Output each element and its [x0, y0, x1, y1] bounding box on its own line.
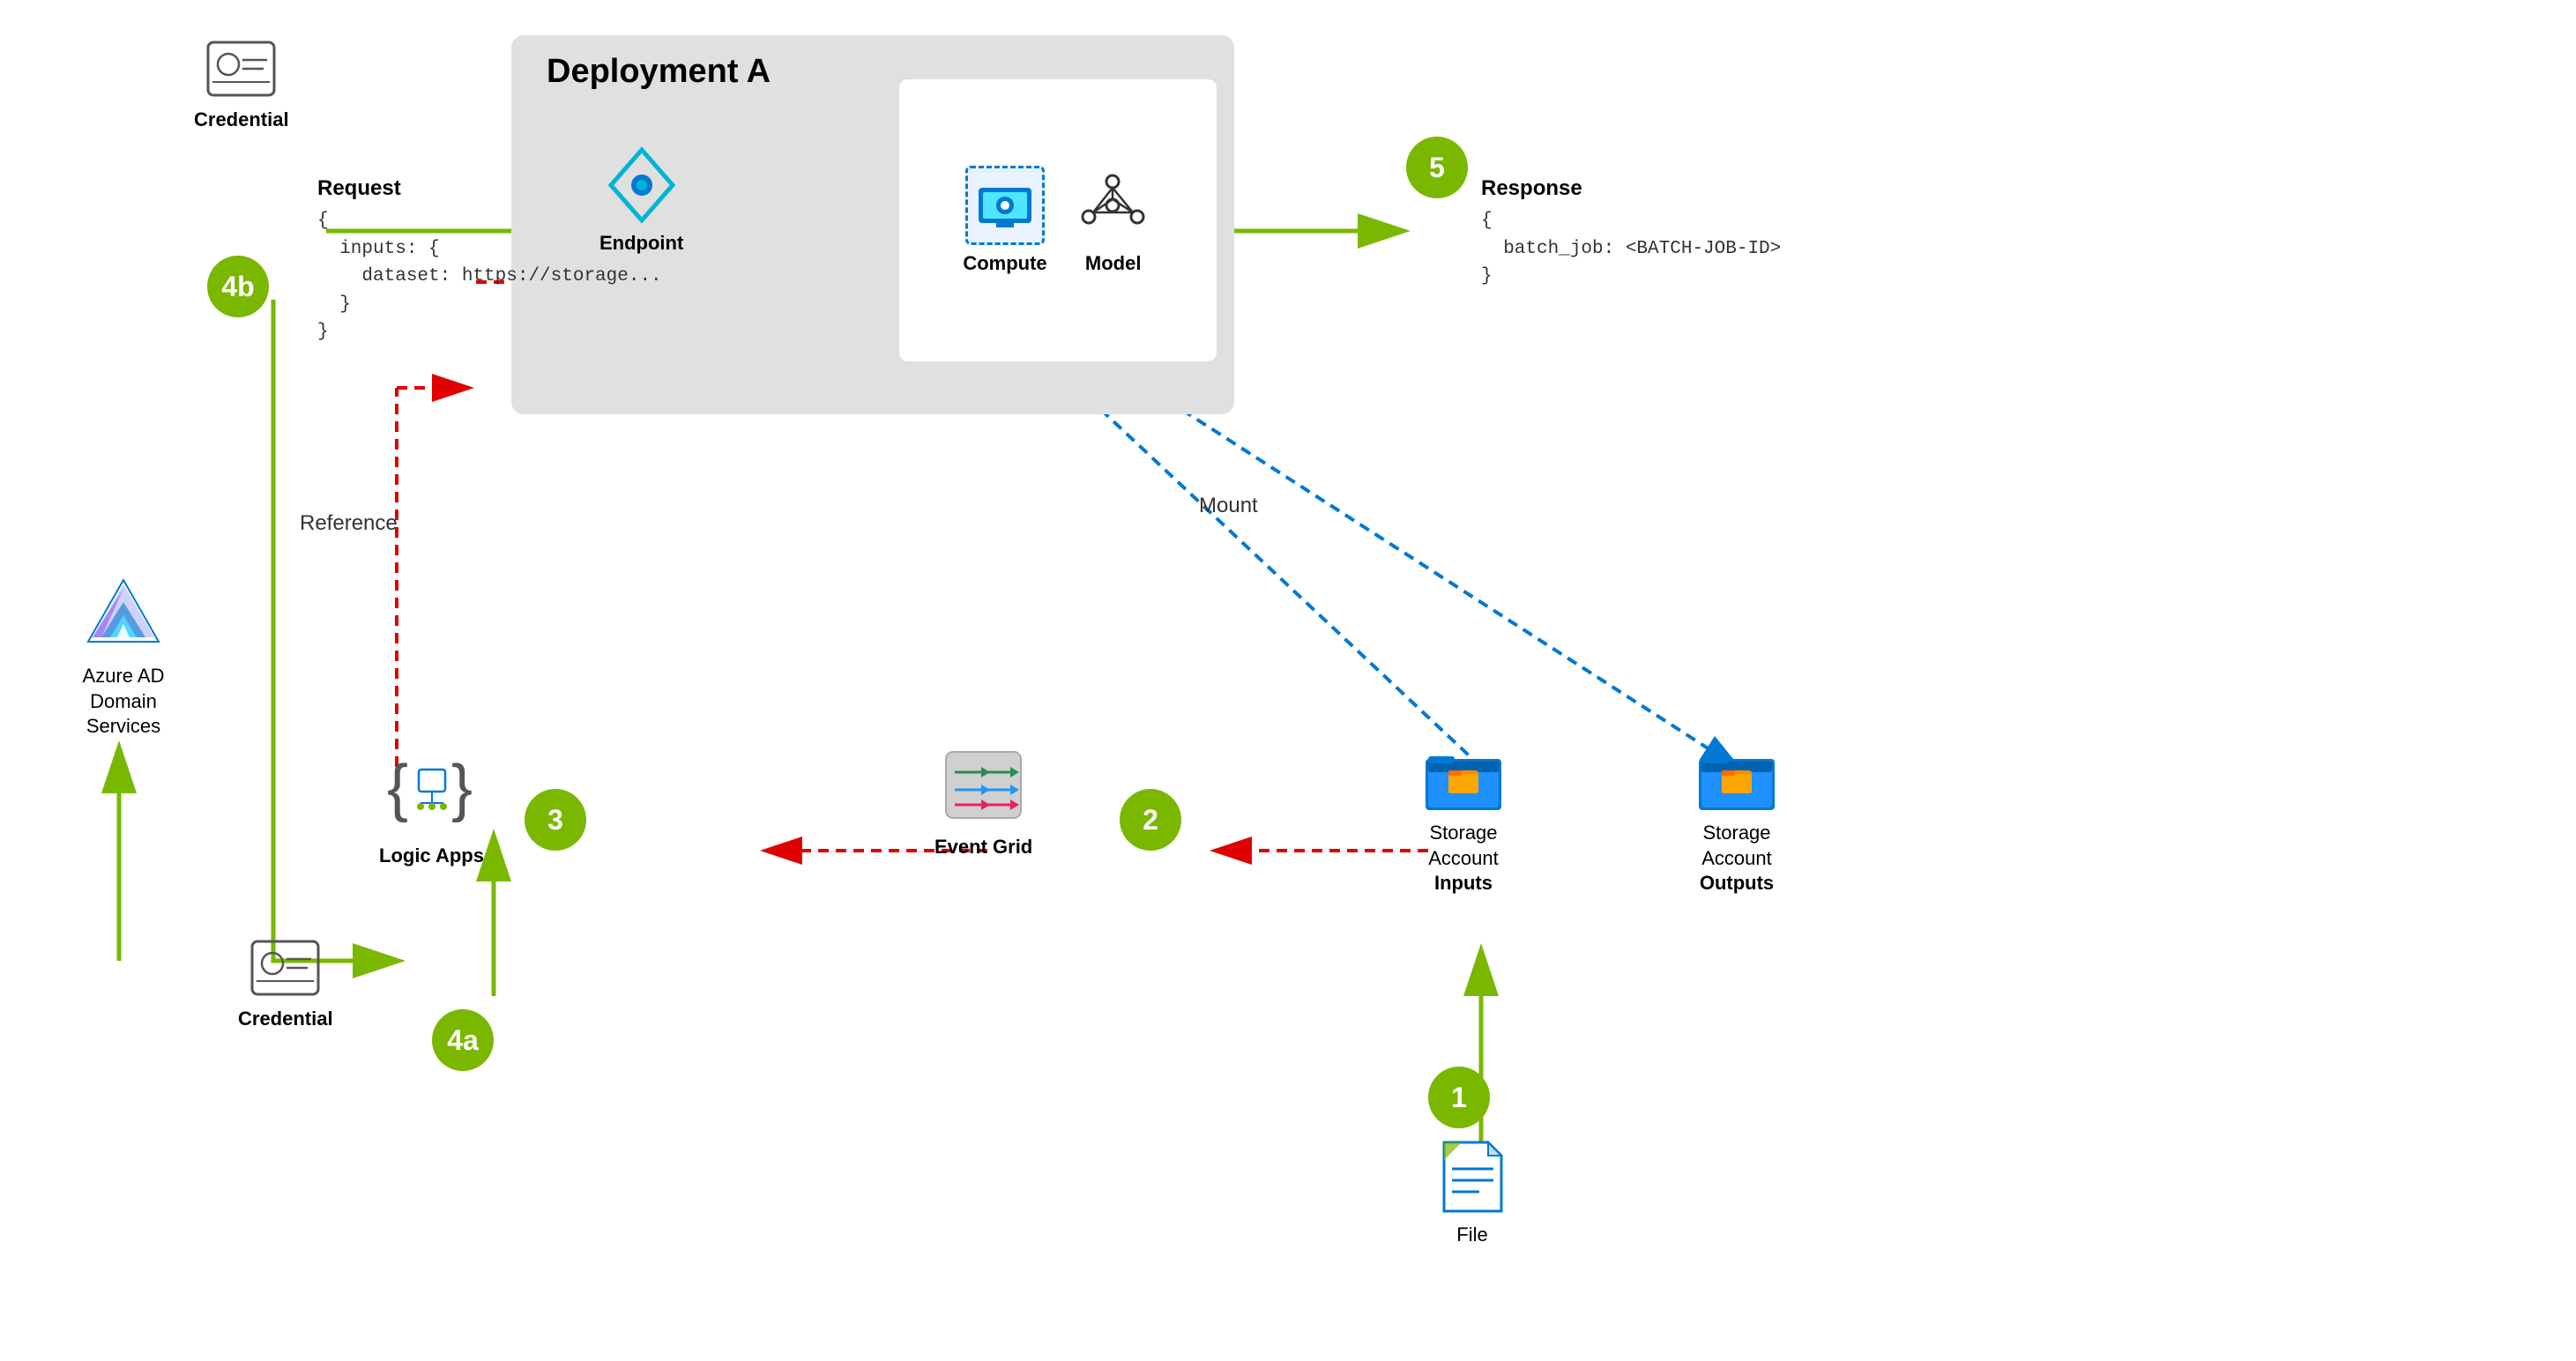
- step-5-circle: 5: [1406, 137, 1468, 198]
- deployment-inner-box: Compute: [899, 79, 1217, 361]
- credential-bottom-container: Credential: [238, 934, 333, 1030]
- compute-container: Compute: [963, 166, 1046, 275]
- file-label: File: [1456, 1223, 1487, 1246]
- event-grid-label: Event Grid: [934, 836, 1032, 859]
- logic-apps-icon: { }: [383, 740, 480, 837]
- logic-apps-container: { } Logic Apps: [379, 740, 484, 867]
- response-label: Response: [1481, 176, 1582, 201]
- step-2-circle: 2: [1120, 789, 1181, 851]
- response-code: { batch_job: <BATCH-JOB-ID> }: [1481, 207, 1781, 291]
- file-container: File: [1437, 1137, 1508, 1246]
- model-icon: [1074, 166, 1153, 245]
- storage-outputs-container: Storage Account Outputs: [1675, 745, 1798, 896]
- credential-top-icon: [202, 35, 281, 101]
- step-3-circle: 3: [525, 789, 586, 851]
- arrows-svg: [0, 0, 2576, 1361]
- credential-bottom-icon: [246, 934, 325, 1000]
- logic-apps-label: Logic Apps: [379, 844, 484, 867]
- credential-top-label: Credential: [194, 108, 289, 131]
- event-grid-icon: [940, 745, 1028, 829]
- storage-inputs-icon: [1422, 745, 1506, 815]
- deployment-title: Deployment A: [547, 53, 771, 91]
- storage-outputs-label: Storage Account Outputs: [1675, 821, 1798, 896]
- mount-label: Mount: [1199, 494, 1258, 518]
- step-4a-circle: 4a: [432, 1009, 494, 1071]
- compute-icon: [965, 166, 1045, 245]
- storage-outputs-icon: [1695, 745, 1779, 815]
- model-container: Model: [1074, 166, 1153, 275]
- diagram-container: Compute: [0, 0, 2576, 1361]
- storage-inputs-label: Storage Account Inputs: [1402, 821, 1525, 896]
- credential-top-container: Credential: [194, 35, 289, 131]
- credential-bottom-label: Credential: [238, 1008, 333, 1030]
- compute-label: Compute: [963, 252, 1046, 275]
- azure-ad-label: Azure AD Domain Services: [53, 664, 194, 740]
- step-1-circle: 1: [1428, 1067, 1490, 1128]
- svg-text:}: }: [451, 753, 473, 823]
- azure-ad-icon: [82, 573, 166, 657]
- svg-text:{: {: [387, 753, 408, 823]
- event-grid-container: Event Grid: [934, 745, 1032, 859]
- reference-label: Reference: [300, 511, 398, 536]
- model-label: Model: [1085, 252, 1142, 275]
- step-4b-circle: 4b: [207, 256, 269, 317]
- request-label: Request: [317, 176, 401, 201]
- file-icon: [1437, 1137, 1508, 1216]
- azure-ad-container: Azure AD Domain Services: [53, 573, 194, 740]
- request-code: { inputs: { dataset: https://storage... …: [317, 207, 662, 346]
- storage-inputs-container: Storage Account Inputs: [1402, 745, 1525, 896]
